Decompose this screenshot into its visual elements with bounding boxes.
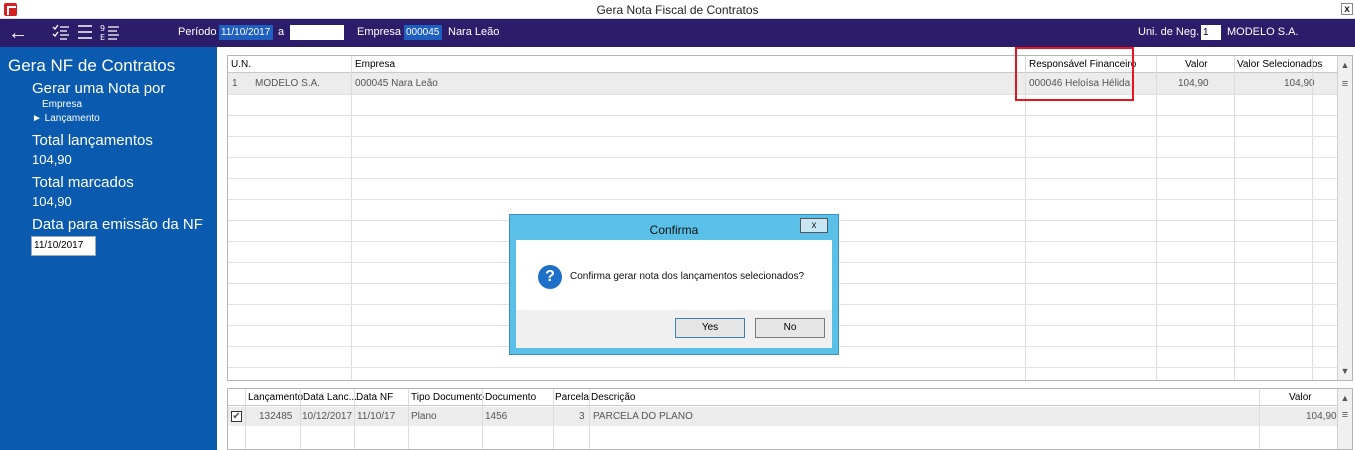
total-marcados-value: 104,90: [32, 194, 72, 209]
sidebar-title: Gera NF de Contratos: [8, 56, 176, 75]
col-un-header[interactable]: U.N.: [231, 59, 251, 70]
question-icon: ?: [538, 265, 562, 289]
periodo-label: Período: [178, 26, 217, 38]
data-emissao-field[interactable]: 11/10/2017: [31, 236, 96, 256]
col-data-lanc-header[interactable]: Data Lanc...: [303, 392, 357, 403]
row-divider: [228, 157, 1338, 158]
option-lancamento[interactable]: ► Lançamento: [32, 113, 100, 124]
table-row[interactable]: ✔ 132485 10/12/2017 11/10/17 Plano 1456 …: [228, 407, 1338, 426]
column-divider: [553, 389, 554, 449]
uni-neg-label: Uni. de Neg.: [1138, 26, 1200, 38]
col-data-nf-header[interactable]: Data NF: [356, 392, 393, 403]
column-divider: [1259, 389, 1260, 449]
cell-valor: 104,90: [1306, 411, 1337, 422]
column-divider: [1156, 56, 1157, 380]
column-divider: [408, 389, 409, 449]
column-divider: [589, 389, 590, 449]
column-divider: [351, 56, 352, 380]
cell-descricao: PARCELA DO PLANO: [593, 411, 693, 422]
confirm-dialog: Confirma x ? Confirma gerar nota dos lan…: [509, 214, 839, 355]
scroll-thumb[interactable]: ≡: [1340, 76, 1350, 93]
scroll-up-icon[interactable]: ▲: [1338, 391, 1352, 405]
detalhe-grid-header: Lançamento Data Lanc... Data NF Tipo Doc…: [228, 389, 1338, 406]
cell-data-nf: 11/10/17: [357, 411, 396, 422]
window-titlebar: Gera Nota Fiscal de Contratos x: [0, 0, 1355, 19]
col-tipo-documento-header[interactable]: Tipo Documento: [411, 392, 484, 403]
column-divider: [482, 389, 483, 449]
scroll-down-icon[interactable]: ▼: [1338, 364, 1352, 378]
col-empresa-header[interactable]: Empresa: [355, 59, 395, 70]
yes-button[interactable]: Yes: [675, 318, 745, 338]
uni-neg-nome: MODELO S.A.: [1227, 26, 1299, 38]
toolbar: ← 9E Período 11/10/2017 a Empresa 000045…: [0, 19, 1355, 47]
table-row[interactable]: 1 MODELO S.A. 000045 Nara Leão 000046 He…: [228, 73, 1338, 94]
col-descricao-header[interactable]: Descrição: [591, 392, 635, 403]
periodo-fim-field[interactable]: [290, 25, 344, 40]
empresa-label: Empresa: [357, 26, 402, 38]
no-button[interactable]: No: [755, 318, 825, 338]
row-divider: [228, 178, 1338, 179]
empresa-codigo-field[interactable]: 000045: [404, 25, 442, 40]
window-close-button[interactable]: x: [1341, 3, 1353, 15]
column-divider: [245, 389, 246, 449]
col-lancamento-header[interactable]: Lançamento: [248, 392, 303, 403]
column-divider: [354, 389, 355, 449]
detalhe-grid: Lançamento Data Lanc... Data NF Tipo Doc…: [227, 388, 1353, 450]
sidebar: Gera NF de Contratos Gerar uma Nota por …: [0, 47, 217, 450]
column-divider: [1312, 56, 1313, 380]
svg-text:9: 9: [100, 24, 105, 33]
cell-valor: 104,90: [1178, 78, 1209, 89]
row-divider: [228, 115, 1338, 116]
col-valor-selecionados-header[interactable]: Valor Selecionados: [1237, 59, 1322, 70]
cell-tipo-documento: Plano: [411, 411, 437, 422]
cell-lancamento: 132485: [259, 411, 293, 422]
column-divider: [1234, 56, 1235, 380]
dialog-title: Confirma: [649, 223, 699, 237]
window-title: Gera Nota Fiscal de Contratos: [596, 3, 759, 17]
total-lancamentos-value: 104,90: [32, 152, 72, 167]
column-divider: [300, 389, 301, 449]
col-parcela-header[interactable]: Parcela: [555, 392, 589, 403]
cell-un-nome: MODELO S.A.: [255, 78, 321, 89]
col-documento-header[interactable]: Documento: [485, 392, 536, 403]
column-divider: [1025, 56, 1026, 380]
grid-header: U.N. Empresa Responsável Financeiro Valo…: [228, 56, 1338, 73]
cell-valor-selecionados: 104,90: [1284, 78, 1315, 89]
checklist-icon[interactable]: [52, 23, 70, 43]
scroll-up-icon[interactable]: ▲: [1338, 58, 1352, 72]
col-valor-header[interactable]: Valor: [1185, 59, 1208, 70]
row-divider: [228, 199, 1338, 200]
col-valor-header[interactable]: Valor: [1289, 392, 1312, 403]
cell-data-lanc: 10/12/2017: [302, 411, 353, 422]
dialog-body: ? Confirma gerar nota dos lançamentos se…: [516, 240, 832, 348]
row-divider: [228, 367, 1338, 368]
empresa-nome: Nara Leão: [448, 26, 500, 38]
uni-neg-codigo-field[interactable]: 1: [1201, 25, 1221, 40]
back-arrow-icon[interactable]: ←: [8, 23, 28, 43]
total-lancamentos-label: Total lançamentos: [32, 132, 153, 149]
list-icon[interactable]: [76, 23, 94, 43]
periodo-separator: a: [278, 26, 285, 38]
cell-parcela: 3: [579, 411, 585, 422]
vertical-scrollbar[interactable]: ▲ ≡: [1337, 389, 1352, 449]
dialog-close-button[interactable]: x: [800, 218, 828, 233]
scroll-thumb[interactable]: ≡: [1340, 407, 1350, 424]
gerar-nota-label: Gerar uma Nota por: [32, 80, 166, 97]
row-checkbox[interactable]: ✔: [231, 411, 242, 422]
data-emissao-label: Data para emissão da NF: [32, 216, 203, 233]
numbered-list-icon[interactable]: 9E: [100, 23, 120, 43]
row-divider: [228, 94, 1338, 95]
periodo-inicio-field[interactable]: 11/10/2017: [219, 25, 273, 40]
cell-empresa: 000045 Nara Leão: [355, 78, 438, 89]
row-divider: [228, 136, 1338, 137]
dialog-footer: Yes No: [516, 310, 832, 348]
option-empresa[interactable]: Empresa: [42, 99, 82, 110]
cell-documento: 1456: [485, 411, 508, 422]
dialog-message: Confirma gerar nota dos lançamentos sele…: [570, 271, 805, 282]
responsavel-highlight-box: [1015, 47, 1134, 101]
vertical-scrollbar[interactable]: ▲ ≡ ▼: [1337, 56, 1352, 380]
svg-text:E: E: [100, 33, 105, 41]
total-marcados-label: Total marcados: [32, 174, 134, 191]
cell-un: 1: [232, 78, 238, 89]
